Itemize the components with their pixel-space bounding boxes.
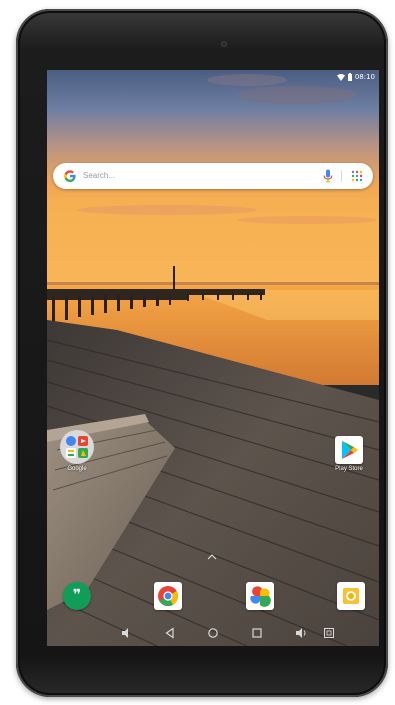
search-placeholder: Search... xyxy=(83,171,116,180)
hangouts-icon: ❞ xyxy=(63,582,91,610)
navigation-bar xyxy=(47,620,379,646)
home-icon[interactable] xyxy=(206,626,220,640)
google-folder-icon xyxy=(60,430,94,464)
google-search-bar[interactable]: Search... xyxy=(53,163,373,189)
front-camera xyxy=(221,41,227,47)
google-g-icon xyxy=(64,170,76,182)
dock-gallery[interactable] xyxy=(337,582,365,610)
volume-up-icon[interactable] xyxy=(294,626,308,640)
play-store-app[interactable]: Play Store xyxy=(325,436,373,472)
dock-hangouts[interactable]: ❞ xyxy=(63,582,91,610)
app-drawer-arrow-icon[interactable] xyxy=(207,554,217,560)
play-store-label: Play Store xyxy=(335,466,363,472)
status-time: 08:10 xyxy=(354,73,375,81)
back-icon[interactable] xyxy=(163,626,177,640)
dock-photos[interactable] xyxy=(246,582,274,610)
wifi-icon xyxy=(336,73,345,81)
status-bar: 08:10 xyxy=(47,70,379,84)
mic-icon[interactable] xyxy=(323,169,333,183)
chrome-icon xyxy=(154,582,182,610)
play-store-icon xyxy=(335,436,363,464)
apps-grid-icon[interactable] xyxy=(351,170,363,182)
battery-icon xyxy=(347,73,352,81)
google-folder-label: Google xyxy=(67,466,87,472)
photos-icon xyxy=(246,582,274,610)
screenshot-icon[interactable] xyxy=(322,626,336,640)
gallery-icon xyxy=(337,582,365,610)
dock-chrome[interactable] xyxy=(154,582,182,610)
recents-icon[interactable] xyxy=(250,626,264,640)
home-screen: 08:10 Search... Google Play Store ❞ xyxy=(47,70,379,646)
google-folder[interactable]: Google xyxy=(53,430,101,472)
volume-down-icon[interactable] xyxy=(119,626,133,640)
search-divider xyxy=(341,170,342,182)
